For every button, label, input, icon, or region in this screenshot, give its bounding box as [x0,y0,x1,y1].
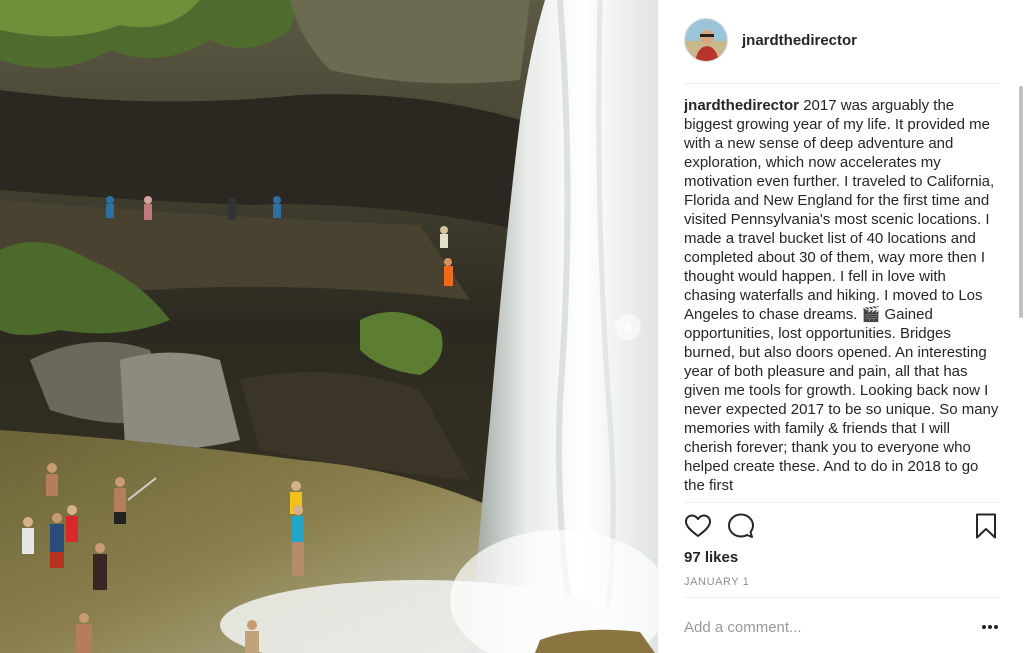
caption-username[interactable]: jnardthedirector [684,97,799,114]
post-photo[interactable] [0,0,658,653]
caption-text: 2017 was arguably the biggest growing ye… [684,97,999,494]
avatar[interactable] [684,18,728,62]
caption-scrollbar[interactable] [1019,86,1023,318]
post-author-username[interactable]: jnardthedirector [742,32,857,49]
ellipsis-icon [982,625,998,629]
profile-picture [685,19,727,61]
speech-bubble-icon [728,513,754,538]
comment-button[interactable] [727,512,755,540]
post-header: jnardthedirector [684,18,857,62]
like-button[interactable] [684,512,712,540]
action-bar [684,512,1000,542]
caption-scroll-area[interactable]: jnardthedirector 2017 was arguably the b… [684,96,1000,500]
heart-icon [685,514,711,537]
likes-count[interactable]: 97 likes [684,549,738,566]
chevron-right-icon [625,322,631,332]
add-comment-input[interactable] [684,615,954,639]
post-side-panel: jnardthedirector jnardthedirector 2017 w… [658,0,1025,653]
waterfall-image [0,0,658,653]
post-caption: jnardthedirector 2017 was arguably the b… [684,96,1000,495]
save-button[interactable] [972,512,1000,540]
header-divider [684,83,1000,84]
bookmark-icon [976,513,996,539]
more-options-button[interactable] [980,619,1000,635]
post-date: JANUARY 1 [684,576,750,588]
comment-divider [684,597,1000,598]
next-photo-button[interactable] [615,314,641,340]
caption-divider [684,502,1000,503]
